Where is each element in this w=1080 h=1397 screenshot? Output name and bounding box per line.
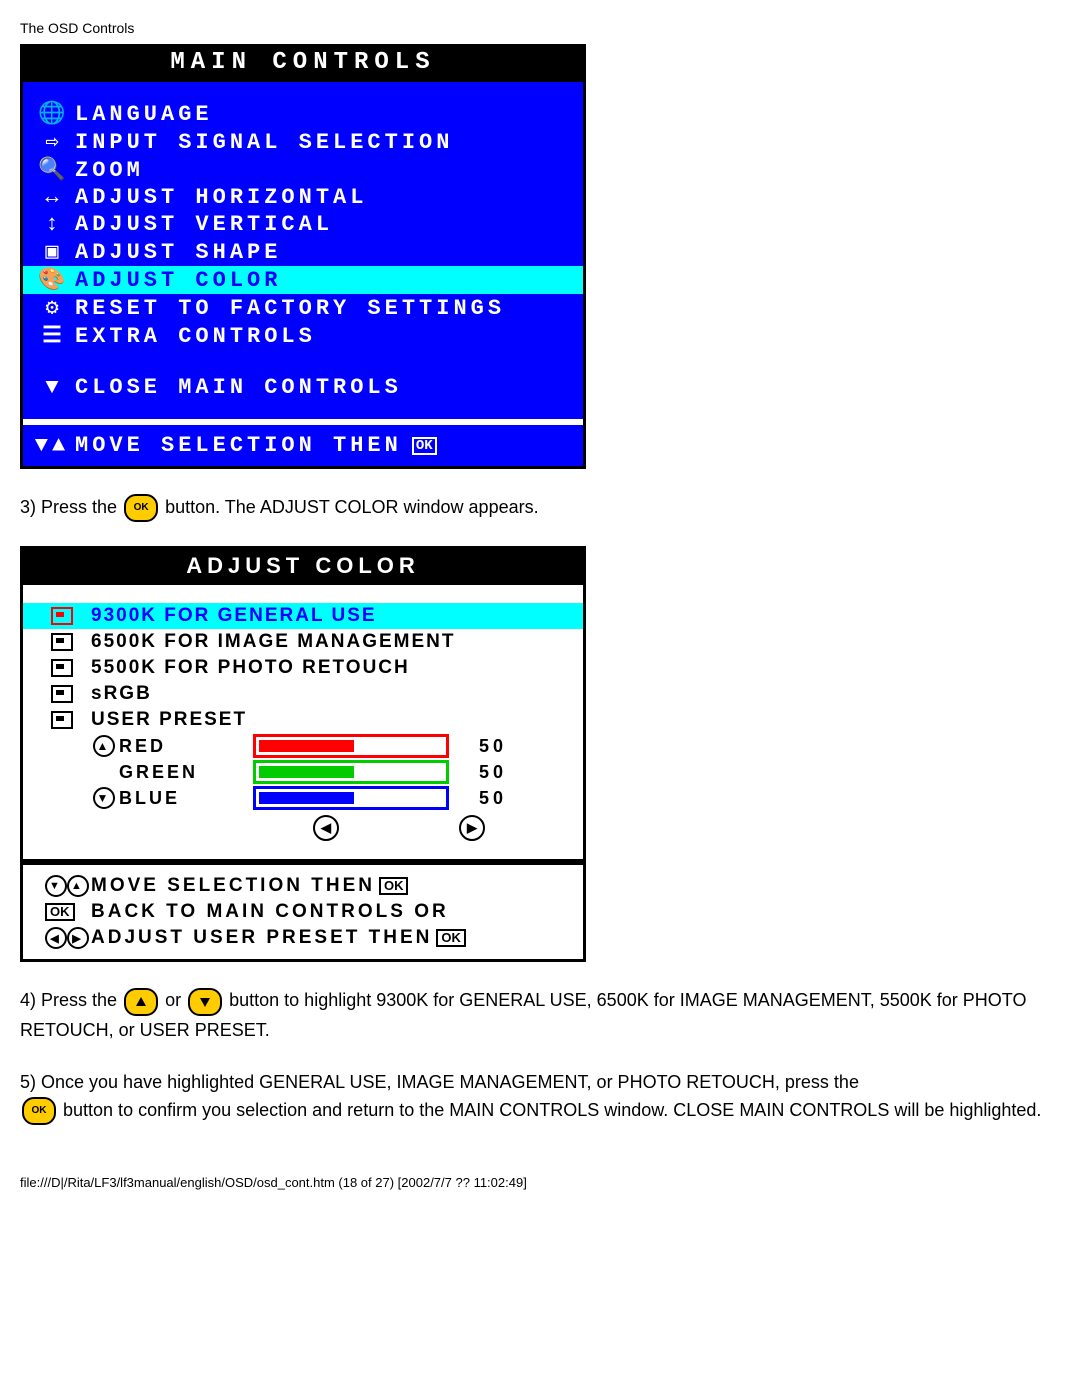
slider-bar[interactable]: [253, 734, 449, 758]
menu-item[interactable]: 🎨ADJUST COLOR: [23, 266, 583, 294]
menu-item-icon: ↕: [33, 212, 75, 237]
left-right-row: ◀ ▶: [23, 811, 583, 847]
ok-icon: OK: [379, 877, 409, 895]
checkbox-icon: [51, 607, 73, 625]
color-option-label: 9300K FOR GENERAL USE: [91, 605, 377, 627]
preset-row[interactable]: GREEN 50: [23, 759, 583, 785]
menu-item-label: ADJUST COLOR: [75, 268, 281, 293]
step-3: 3) Press the OK button. The ADJUST COLOR…: [20, 493, 1060, 522]
menu-item[interactable]: 🌐LANGUAGE: [23, 100, 583, 128]
preset-dir-icon: ▲: [93, 735, 115, 757]
page-header: The OSD Controls: [20, 20, 1060, 36]
preset-label: ▲RED: [93, 735, 253, 757]
preset-value: 50: [467, 762, 507, 783]
main-controls-footer: ▼▲ MOVE SELECTION THEN OK: [23, 419, 583, 466]
menu-item-icon: ↔: [33, 185, 75, 210]
checkbox-icon: [51, 659, 73, 677]
preset-row[interactable]: ▼BLUE 50: [23, 785, 583, 811]
step4-or: or: [165, 990, 181, 1010]
footer-icon: ▼▲: [45, 875, 91, 897]
adjust-color-footer: ▼▲MOVE SELECTION THENOKOKBACK TO MAIN CO…: [23, 859, 583, 959]
ok-icon: OK: [436, 929, 466, 947]
color-option[interactable]: 6500K FOR IMAGE MANAGEMENT: [23, 629, 583, 655]
preset-dir-icon: ▼: [93, 787, 115, 809]
slider-bar[interactable]: [253, 786, 449, 810]
preset-row[interactable]: ▲RED 50: [23, 733, 583, 759]
step5-prefix: 5) Once you have highlighted GENERAL USE…: [20, 1072, 859, 1092]
step3-prefix: 3) Press the: [20, 497, 117, 517]
move-selection-icon: ▼▲: [29, 433, 75, 458]
adjust-color-title: ADJUST COLOR: [23, 549, 583, 585]
menu-item-label: LANGUAGE: [75, 102, 213, 127]
step3-suffix: button. The ADJUST COLOR window appears.: [165, 497, 539, 517]
color-option-label: USER PRESET: [91, 709, 247, 731]
color-option[interactable]: 9300K FOR GENERAL USE: [23, 603, 583, 629]
move-selection-label: MOVE SELECTION THEN: [75, 433, 402, 458]
menu-item-icon: 🎨: [33, 267, 75, 293]
right-icon[interactable]: ▶: [459, 815, 485, 841]
menu-item[interactable]: 🔍ZOOM: [23, 156, 583, 184]
step4-prefix: 4) Press the: [20, 990, 117, 1010]
preset-value: 50: [467, 788, 507, 809]
step-5: 5) Once you have highlighted GENERAL USE…: [20, 1068, 1060, 1125]
close-label: CLOSE MAIN CONTROLS: [75, 375, 402, 400]
menu-item[interactable]: ☰EXTRA CONTROLS: [23, 322, 583, 350]
up-button-icon: [124, 988, 158, 1016]
footer-row: ▼▲MOVE SELECTION THENOK: [45, 873, 583, 899]
checkbox-icon: [51, 685, 73, 703]
menu-item[interactable]: ↕ADJUST VERTICAL: [23, 211, 583, 238]
menu-item-label: RESET TO FACTORY SETTINGS: [75, 296, 505, 321]
menu-item-label: EXTRA CONTROLS: [75, 324, 316, 349]
menu-item-icon: ⇨: [33, 129, 75, 155]
footer-row: OKBACK TO MAIN CONTROLS OR: [45, 899, 583, 925]
color-option[interactable]: USER PRESET: [23, 707, 583, 733]
menu-item-label: ADJUST VERTICAL: [75, 212, 333, 237]
ok-button-icon-2: OK: [22, 1097, 56, 1125]
adjust-color-panel: ADJUST COLOR 9300K FOR GENERAL USE 6500K …: [20, 546, 586, 962]
step5-line2: button to confirm you selection and retu…: [63, 1100, 1041, 1120]
page-footer: file:///D|/Rita/LF3/lf3manual/english/OS…: [20, 1175, 1060, 1190]
step-4: 4) Press the or button to highlight 9300…: [20, 986, 1060, 1043]
color-option[interactable]: sRGB: [23, 681, 583, 707]
color-option-label: 5500K FOR PHOTO RETOUCH: [91, 657, 410, 679]
footer-icon: OK: [45, 903, 91, 921]
footer-text: BACK TO MAIN CONTROLS OR: [91, 901, 449, 923]
menu-item-icon: ☰: [33, 323, 75, 349]
close-icon: ▼: [33, 375, 75, 400]
ok-icon: OK: [412, 437, 437, 455]
menu-item-label: INPUT SIGNAL SELECTION: [75, 130, 453, 155]
menu-item[interactable]: ⇨INPUT SIGNAL SELECTION: [23, 128, 583, 156]
color-option-label: 6500K FOR IMAGE MANAGEMENT: [91, 631, 455, 653]
preset-label: ▼BLUE: [93, 787, 253, 809]
footer-icon: ◀▶: [45, 927, 91, 949]
menu-item-label: ADJUST SHAPE: [75, 240, 281, 265]
menu-item-label: ADJUST HORIZONTAL: [75, 185, 367, 210]
menu-item-icon: 🌐: [33, 101, 75, 127]
menu-item[interactable]: ↔ADJUST HORIZONTAL: [23, 184, 583, 211]
ok-button-icon: OK: [124, 494, 158, 522]
slider-bar[interactable]: [253, 760, 449, 784]
preset-value: 50: [467, 736, 507, 757]
color-option-label: sRGB: [91, 683, 152, 705]
color-option[interactable]: 5500K FOR PHOTO RETOUCH: [23, 655, 583, 681]
menu-item-icon: 🔍: [33, 157, 75, 183]
menu-item[interactable]: ▣ADJUST SHAPE: [23, 238, 583, 266]
checkbox-icon: [51, 633, 73, 651]
footer-row: ◀▶ADJUST USER PRESET THENOK: [45, 925, 583, 951]
menu-item-icon: ⚙: [33, 295, 75, 321]
menu-item-label: ZOOM: [75, 158, 144, 183]
main-controls-panel: MAIN CONTROLS 🌐LANGUAGE⇨INPUT SIGNAL SEL…: [20, 44, 586, 469]
main-controls-title: MAIN CONTROLS: [23, 47, 583, 82]
down-button-icon: [188, 988, 222, 1016]
footer-text: ADJUST USER PRESET THEN: [91, 927, 432, 949]
menu-item-icon: ▣: [33, 239, 75, 265]
footer-text: MOVE SELECTION THEN: [91, 875, 375, 897]
left-icon[interactable]: ◀: [313, 815, 339, 841]
preset-label: GREEN: [93, 762, 253, 783]
checkbox-icon: [51, 711, 73, 729]
menu-item[interactable]: ⚙RESET TO FACTORY SETTINGS: [23, 294, 583, 322]
close-main-controls[interactable]: ▼ CLOSE MAIN CONTROLS: [23, 374, 583, 401]
